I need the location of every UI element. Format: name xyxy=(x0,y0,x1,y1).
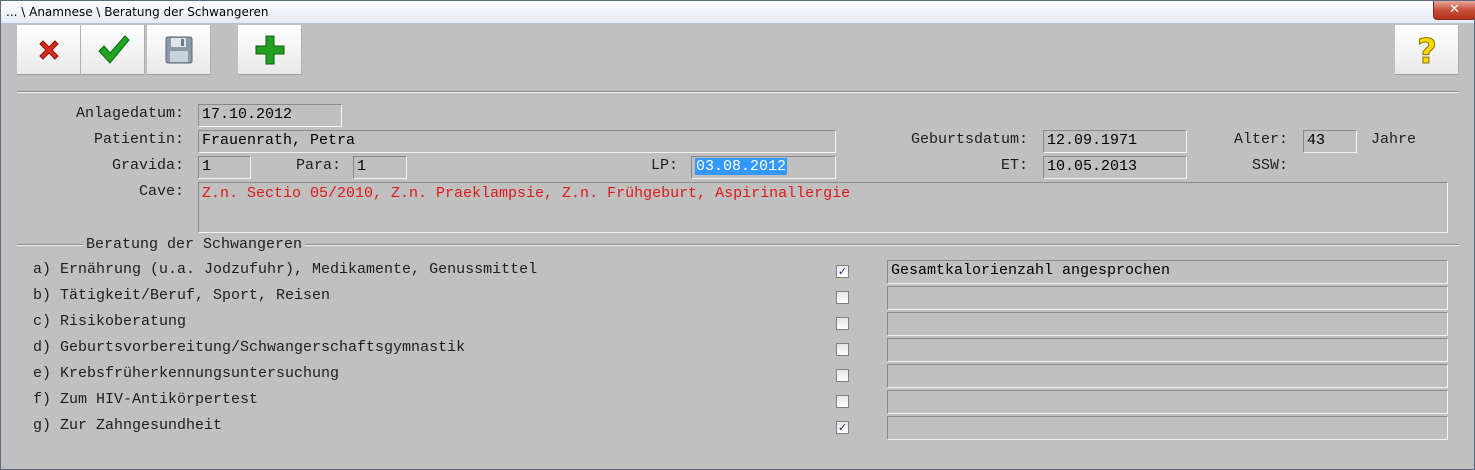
floppy-disk-icon xyxy=(165,36,192,63)
cave-textarea[interactable]: Z.n. Sectio 05/2010, Z.n. Praeklampsie, … xyxy=(198,182,1448,233)
lp-field[interactable]: 03.08.2012 xyxy=(691,156,836,179)
add-button[interactable] xyxy=(238,25,302,75)
gravida-field[interactable]: 1 xyxy=(198,156,251,179)
lp-label: LP: xyxy=(650,157,678,174)
para-field[interactable]: 1 xyxy=(353,156,407,179)
para-label: Para: xyxy=(295,157,341,174)
item-checkbox-f[interactable] xyxy=(836,395,849,408)
group-title: Beratung der Schwangeren xyxy=(83,236,306,253)
item-checkbox-d[interactable] xyxy=(836,343,849,356)
alter-field[interactable]: 43 xyxy=(1303,130,1357,153)
svg-text:?: ? xyxy=(1417,32,1437,68)
alter-unit: Jahre xyxy=(1371,131,1417,148)
window-close-button[interactable]: ✕ xyxy=(1433,1,1475,20)
help-button[interactable]: ? xyxy=(1395,25,1459,75)
item-checkbox-c[interactable] xyxy=(836,317,849,330)
item-note-e[interactable] xyxy=(887,364,1448,388)
item-label-b: b) Tätigkeit/Beruf, Sport, Reisen xyxy=(33,287,331,304)
item-note-b[interactable] xyxy=(887,286,1448,310)
window-title: ... \ Anamnese \ Beratung der Schwangere… xyxy=(6,5,269,19)
cancel-button[interactable] xyxy=(17,25,81,75)
item-label-d: d) Geburtsvorbereitung/Schwangerschaftsg… xyxy=(33,339,466,356)
geburtsdatum-label: Geburtsdatum: xyxy=(910,131,1028,148)
application-window: ... \ Anamnese \ Beratung der Schwangere… xyxy=(0,0,1475,470)
green-checkmark-icon xyxy=(97,34,130,64)
et-field[interactable]: 10.05.2013 xyxy=(1043,156,1187,179)
item-note-g[interactable] xyxy=(887,416,1448,440)
alter-label: Alter: xyxy=(1233,131,1288,148)
anlagedatum-field[interactable]: 17.10.2012 xyxy=(198,104,342,127)
separator-top xyxy=(17,91,1459,93)
item-checkbox-b[interactable] xyxy=(836,291,849,304)
item-note-a[interactable]: Gesamtkalorienzahl angesprochen xyxy=(887,260,1448,284)
patientin-field[interactable]: Frauenrath, Petra xyxy=(198,130,836,153)
item-note-f[interactable] xyxy=(887,390,1448,414)
ssw-label: SSW: xyxy=(1251,157,1288,174)
gravida-label: Gravida: xyxy=(111,157,184,174)
geburtsdatum-field[interactable]: 12.09.1971 xyxy=(1043,130,1187,153)
item-label-a: a) Ernährung (u.a. Jodzufuhr), Medikamen… xyxy=(33,261,538,278)
et-label: ET: xyxy=(1000,157,1028,174)
cave-label: Cave: xyxy=(138,183,184,200)
item-label-e: e) Krebsfrüherkennungsuntersuchung xyxy=(33,365,340,382)
confirm-button[interactable] xyxy=(81,25,145,75)
save-button[interactable] xyxy=(147,25,211,75)
red-x-icon xyxy=(38,39,59,60)
lp-selected-value: 03.08.2012 xyxy=(695,158,788,175)
yellow-question-icon: ? xyxy=(1416,32,1437,68)
title-bar: ... \ Anamnese \ Beratung der Schwangere… xyxy=(1,1,1475,24)
item-label-c: c) Risikoberatung xyxy=(33,313,187,330)
green-plus-icon xyxy=(255,35,284,64)
item-checkbox-a[interactable]: ✓ xyxy=(836,265,849,278)
item-label-f: f) Zum HIV-Antikörpertest xyxy=(33,391,259,408)
item-label-g: g) Zur Zahngesundheit xyxy=(33,417,223,434)
item-note-d[interactable] xyxy=(887,338,1448,362)
item-checkbox-e[interactable] xyxy=(836,369,849,382)
item-checkbox-g[interactable]: ✓ xyxy=(836,421,849,434)
anlagedatum-label: Anlagedatum: xyxy=(75,105,184,122)
patientin-label: Patientin: xyxy=(93,131,184,148)
item-note-c[interactable] xyxy=(887,312,1448,336)
